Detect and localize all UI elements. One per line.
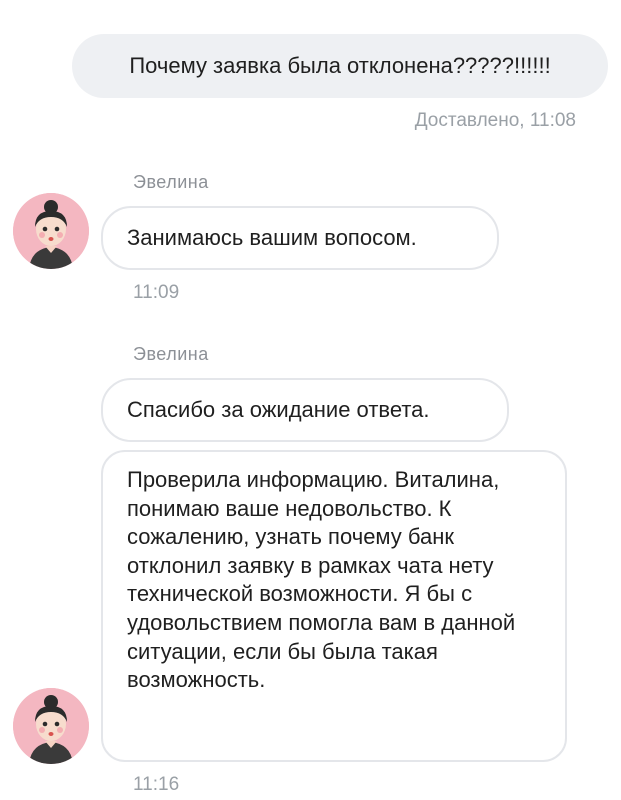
incoming-message-text: Проверила информацию. Виталина, понимаю … [127,467,516,693]
incoming-message-bubble[interactable]: Занимаюсь вашим вопосом. [101,206,499,270]
operator-avatar-icon[interactable] [13,688,89,764]
outgoing-message-text: Почему заявка была отклонена?????!!!!!! [129,53,551,78]
delivery-status: Доставлено, 11:08 [414,110,576,131]
avatar-illustration [13,193,89,269]
sender-name: Эвелина [133,172,209,192]
outgoing-message-bubble[interactable]: Почему заявка была отклонена?????!!!!!! [72,34,608,98]
message-time: 11:16 [133,774,180,795]
incoming-message-text: Занимаюсь вашим вопосом. [127,225,417,250]
incoming-message-text: Спасибо за ожидание ответа. [127,397,430,422]
chat-thread: Почему заявка была отклонена?????!!!!!! … [0,0,621,800]
incoming-message-bubble[interactable]: Проверила информацию. Виталина, понимаю … [101,450,567,762]
avatar-illustration [13,688,89,764]
message-time: 11:09 [133,282,180,303]
incoming-message-bubble[interactable]: Спасибо за ожидание ответа. [101,378,509,442]
sender-name: Эвелина [133,344,209,364]
operator-avatar-icon[interactable] [13,193,89,269]
